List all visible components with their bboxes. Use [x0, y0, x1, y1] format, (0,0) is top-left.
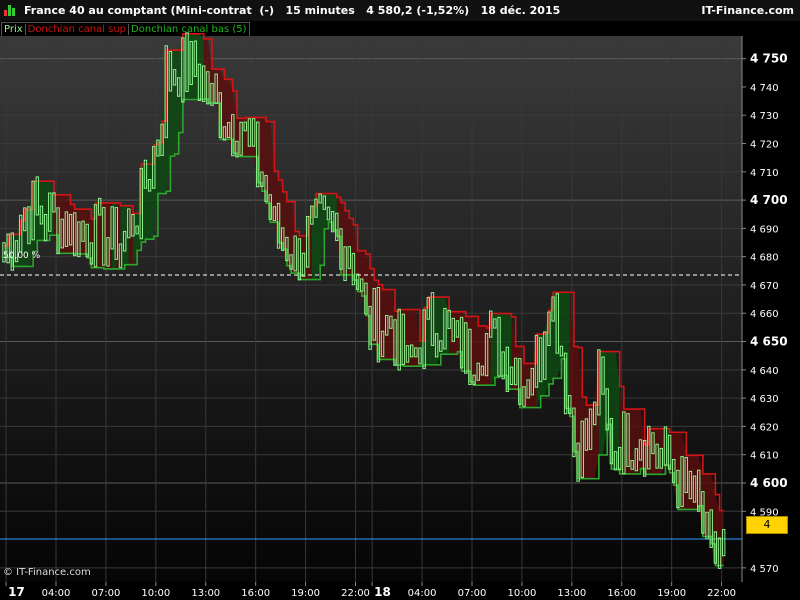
xtick-label: 18: [374, 585, 391, 599]
ytick-label: 4 600: [750, 476, 788, 490]
band-fill: [224, 79, 229, 140]
ytick-label: 4 570: [750, 564, 779, 575]
band-fill: [411, 309, 416, 367]
xtick-label: 13:00: [557, 588, 586, 599]
copyright-text: © IT-Finance.com: [3, 567, 91, 578]
band-fill: [74, 209, 79, 254]
ytick-label: 4 680: [750, 253, 779, 264]
ytick-label: 4 640: [750, 366, 779, 377]
band-fill: [636, 409, 641, 474]
ytick-label: 4 650: [750, 335, 788, 349]
band-fill: [586, 404, 591, 479]
ytick-label: 4 750: [750, 52, 788, 66]
band-fill: [707, 473, 712, 544]
band-fill: [652, 428, 658, 475]
band-fill: [528, 363, 533, 408]
band-fill: [195, 33, 200, 100]
ytick-label: 4 710: [750, 168, 779, 179]
ytick-label: 4 690: [750, 224, 779, 235]
band-fill: [403, 309, 408, 367]
band-fill: [628, 409, 633, 474]
band-fill: [83, 209, 88, 258]
ytick-label: 4 660: [750, 309, 779, 320]
band-fill: [124, 205, 129, 265]
last-price-badge: 4 580,2: [746, 516, 788, 547]
band-fill: [249, 117, 254, 157]
xtick-label: 13:00: [191, 588, 220, 599]
xtick-label: 04:00: [408, 588, 437, 599]
ytick-label: 4 730: [750, 111, 779, 122]
xtick-label: 10:00: [141, 588, 170, 599]
ytick-label: 4 620: [750, 422, 779, 433]
band-fill: [623, 409, 628, 474]
ytick-label: 4 700: [750, 193, 788, 207]
ytick-label: 4 610: [750, 451, 779, 462]
xtick-label: 07:00: [458, 588, 487, 599]
xtick-label: 22:00: [341, 588, 370, 599]
band-fill: [108, 202, 113, 269]
band-fill: [145, 164, 150, 240]
band-fill: [432, 297, 437, 365]
band-fill: [499, 313, 504, 377]
xtick-label: 16:00: [241, 588, 270, 599]
ytick-label: 4 670: [750, 281, 779, 292]
band-fill: [187, 33, 192, 100]
band-fill: [440, 297, 445, 355]
band-fill: [540, 332, 545, 396]
xtick-label: 07:00: [92, 588, 121, 599]
band-fill: [582, 396, 587, 479]
band-fill: [120, 205, 125, 269]
band-fill: [482, 325, 487, 386]
band-fill: [345, 210, 350, 275]
band-fill: [241, 117, 246, 157]
xtick-label: 19:00: [657, 588, 686, 599]
band-fill: [103, 202, 108, 269]
band-fill: [99, 202, 104, 269]
ytick-label: 4 720: [750, 140, 779, 151]
band-fill: [191, 33, 196, 100]
xtick-label: 19:00: [291, 588, 320, 599]
band-fill: [694, 455, 699, 510]
band-fill: [686, 455, 691, 510]
xtick-label: 10:00: [508, 588, 537, 599]
band-fill: [203, 38, 208, 103]
band-fill: [170, 50, 175, 157]
level-label: 50,00 %: [3, 251, 41, 261]
ytick-label: 4 740: [750, 83, 779, 94]
band-fill: [70, 204, 75, 254]
chart-area: 4 750 4 740 4 730 4 720 4 710 4 700 4 690 4 680…: [0, 32, 800, 600]
band-fill: [590, 404, 595, 479]
band-fill: [386, 289, 391, 360]
band-fill: [494, 313, 500, 378]
xtick-label: 22:00: [707, 588, 736, 599]
xtick-label: 17: [8, 585, 25, 599]
ytick-label: 4 630: [750, 394, 779, 405]
band-fill: [399, 309, 404, 367]
band-fill: [349, 218, 354, 281]
band-fill: [199, 33, 204, 100]
band-fill: [657, 428, 662, 475]
band-fill: [478, 325, 483, 386]
band-fill: [382, 289, 387, 360]
band-fill: [690, 455, 695, 510]
band-fill: [236, 118, 242, 157]
band-fill: [245, 117, 250, 157]
xtick-label: 04:00: [42, 588, 71, 599]
band-fill: [37, 181, 42, 241]
xtick-label: 16:00: [607, 588, 636, 599]
band-fill: [524, 363, 529, 408]
band-fill: [62, 194, 67, 254]
band-fill: [407, 309, 412, 367]
band-fill: [78, 209, 84, 254]
band-fill: [632, 409, 637, 474]
band-fill: [395, 309, 400, 365]
band-fill: [41, 181, 46, 241]
